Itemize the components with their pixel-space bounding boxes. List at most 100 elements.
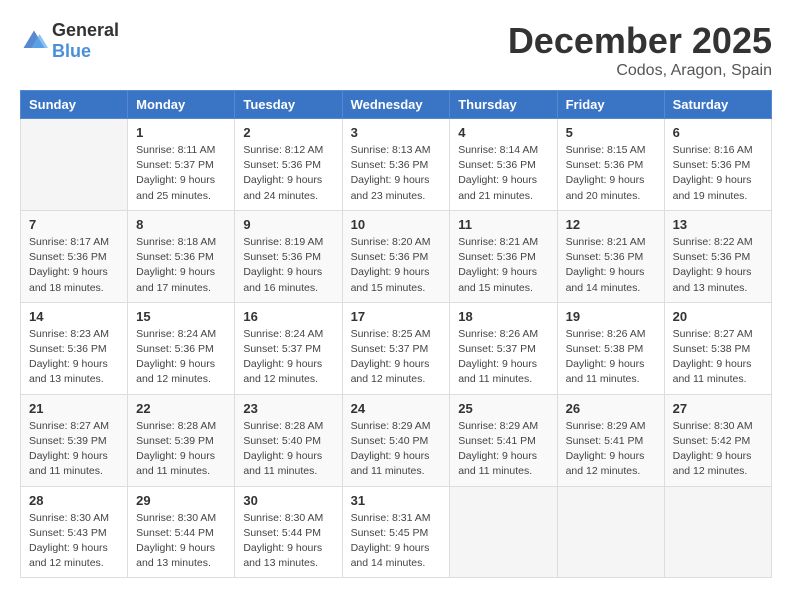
calendar-cell: 21 Sunrise: 8:27 AMSunset: 5:39 PMDayligh…: [21, 394, 128, 486]
day-info: Sunrise: 8:18 AMSunset: 5:36 PMDaylight:…: [136, 235, 226, 296]
calendar-cell: 16 Sunrise: 8:24 AMSunset: 5:37 PMDayligh…: [235, 302, 342, 394]
weekday-header-row: SundayMondayTuesdayWednesdayThursdayFrid…: [21, 91, 772, 119]
calendar-cell: 13Sunrise: 8:22 AMSunset: 5:36 PMDayligh…: [664, 210, 771, 302]
calendar-cell: 22 Sunrise: 8:28 AMSunset: 5:39 PMDayligh…: [128, 394, 235, 486]
day-number: 30: [243, 493, 333, 508]
day-info: Sunrise: 8:29 AMSunset: 5:41 PMDaylight:…: [458, 419, 548, 480]
week-row-1: 1 Sunrise: 8:11 AMSunset: 5:37 PMDaylight…: [21, 119, 772, 211]
calendar-cell: 11Sunrise: 8:21 AMSunset: 5:36 PMDayligh…: [450, 210, 557, 302]
calendar-cell: 9 Sunrise: 8:19 AMSunset: 5:36 PMDaylight…: [235, 210, 342, 302]
day-info: Sunrise: 8:15 AMSunset: 5:36 PMDaylight:…: [566, 143, 656, 204]
day-info: Sunrise: 8:30 AMSunset: 5:42 PMDaylight:…: [673, 419, 763, 480]
weekday-header-wednesday: Wednesday: [342, 91, 450, 119]
day-info: Sunrise: 8:11 AMSunset: 5:37 PMDaylight:…: [136, 143, 226, 204]
week-row-2: 7Sunrise: 8:17 AMSunset: 5:36 PMDaylight…: [21, 210, 772, 302]
logo: General Blue: [20, 20, 119, 62]
day-number: 11: [458, 217, 548, 232]
day-info: Sunrise: 8:26 AMSunset: 5:38 PMDaylight:…: [566, 327, 656, 388]
day-number: 31: [351, 493, 442, 508]
day-number: 25: [458, 401, 548, 416]
weekday-header-friday: Friday: [557, 91, 664, 119]
day-info: Sunrise: 8:30 AMSunset: 5:43 PMDaylight:…: [29, 511, 119, 572]
calendar-cell: 18Sunrise: 8:26 AMSunset: 5:37 PMDayligh…: [450, 302, 557, 394]
day-info: Sunrise: 8:28 AMSunset: 5:40 PMDaylight:…: [243, 419, 333, 480]
weekday-header-monday: Monday: [128, 91, 235, 119]
day-info: Sunrise: 8:27 AMSunset: 5:39 PMDaylight:…: [29, 419, 119, 480]
day-number: 21: [29, 401, 119, 416]
day-number: 10: [351, 217, 442, 232]
day-number: 12: [566, 217, 656, 232]
day-info: Sunrise: 8:14 AMSunset: 5:36 PMDaylight:…: [458, 143, 548, 204]
calendar-cell: 17 Sunrise: 8:25 AMSunset: 5:37 PMDayligh…: [342, 302, 450, 394]
day-info: Sunrise: 8:29 AMSunset: 5:41 PMDaylight:…: [566, 419, 656, 480]
logo-icon: [20, 27, 48, 55]
week-row-5: 28 Sunrise: 8:30 AMSunset: 5:43 PMDayligh…: [21, 486, 772, 578]
calendar-cell: 29 Sunrise: 8:30 AMSunset: 5:44 PMDayligh…: [128, 486, 235, 578]
calendar-cell: 7Sunrise: 8:17 AMSunset: 5:36 PMDaylight…: [21, 210, 128, 302]
calendar-cell: 1 Sunrise: 8:11 AMSunset: 5:37 PMDaylight…: [128, 119, 235, 211]
calendar-cell: 25 Sunrise: 8:29 AMSunset: 5:41 PMDayligh…: [450, 394, 557, 486]
day-info: Sunrise: 8:12 AMSunset: 5:36 PMDaylight:…: [243, 143, 333, 204]
day-number: 23: [243, 401, 333, 416]
calendar-cell: 26 Sunrise: 8:29 AMSunset: 5:41 PMDayligh…: [557, 394, 664, 486]
day-info: Sunrise: 8:30 AMSunset: 5:44 PMDaylight:…: [243, 511, 333, 572]
calendar-cell: 5Sunrise: 8:15 AMSunset: 5:36 PMDaylight…: [557, 119, 664, 211]
day-info: Sunrise: 8:31 AMSunset: 5:45 PMDaylight:…: [351, 511, 442, 572]
calendar-cell: 10Sunrise: 8:20 AMSunset: 5:36 PMDayligh…: [342, 210, 450, 302]
calendar-cell: 3 Sunrise: 8:13 AMSunset: 5:36 PMDaylight…: [342, 119, 450, 211]
day-number: 8: [136, 217, 226, 232]
day-info: Sunrise: 8:13 AMSunset: 5:36 PMDaylight:…: [351, 143, 442, 204]
day-number: 6: [673, 125, 763, 140]
calendar-table: SundayMondayTuesdayWednesdayThursdayFrid…: [20, 90, 772, 578]
calendar-cell: 19 Sunrise: 8:26 AMSunset: 5:38 PMDayligh…: [557, 302, 664, 394]
day-number: 9: [243, 217, 333, 232]
calendar-cell: 12Sunrise: 8:21 AMSunset: 5:36 PMDayligh…: [557, 210, 664, 302]
page-header: General Blue December 2025 Codos, Aragon…: [20, 20, 772, 80]
calendar-cell: 14Sunrise: 8:23 AMSunset: 5:36 PMDayligh…: [21, 302, 128, 394]
calendar-cell: 2 Sunrise: 8:12 AMSunset: 5:36 PMDaylight…: [235, 119, 342, 211]
day-info: Sunrise: 8:29 AMSunset: 5:40 PMDaylight:…: [351, 419, 442, 480]
title-area: December 2025 Codos, Aragon, Spain: [508, 20, 772, 80]
day-number: 3: [351, 125, 442, 140]
day-number: 7: [29, 217, 119, 232]
day-number: 29: [136, 493, 226, 508]
day-number: 27: [673, 401, 763, 416]
calendar-cell: 6 Sunrise: 8:16 AMSunset: 5:36 PMDaylight…: [664, 119, 771, 211]
day-number: 2: [243, 125, 333, 140]
day-number: 17: [351, 309, 442, 324]
week-row-3: 14Sunrise: 8:23 AMSunset: 5:36 PMDayligh…: [21, 302, 772, 394]
calendar-cell: [450, 486, 557, 578]
calendar-cell: 4Sunrise: 8:14 AMSunset: 5:36 PMDaylight…: [450, 119, 557, 211]
calendar-cell: 31 Sunrise: 8:31 AMSunset: 5:45 PMDayligh…: [342, 486, 450, 578]
day-number: 19: [566, 309, 656, 324]
day-info: Sunrise: 8:25 AMSunset: 5:37 PMDaylight:…: [351, 327, 442, 388]
day-number: 22: [136, 401, 226, 416]
day-number: 1: [136, 125, 226, 140]
day-number: 26: [566, 401, 656, 416]
day-info: Sunrise: 8:26 AMSunset: 5:37 PMDaylight:…: [458, 327, 548, 388]
day-number: 24: [351, 401, 442, 416]
day-info: Sunrise: 8:16 AMSunset: 5:36 PMDaylight:…: [673, 143, 763, 204]
calendar-cell: [664, 486, 771, 578]
calendar-cell: [21, 119, 128, 211]
calendar-cell: 15 Sunrise: 8:24 AMSunset: 5:36 PMDayligh…: [128, 302, 235, 394]
location-title: Codos, Aragon, Spain: [508, 62, 772, 80]
day-info: Sunrise: 8:19 AMSunset: 5:36 PMDaylight:…: [243, 235, 333, 296]
day-number: 15: [136, 309, 226, 324]
calendar-cell: 20Sunrise: 8:27 AMSunset: 5:38 PMDayligh…: [664, 302, 771, 394]
calendar-cell: [557, 486, 664, 578]
day-info: Sunrise: 8:27 AMSunset: 5:38 PMDaylight:…: [673, 327, 763, 388]
weekday-header-sunday: Sunday: [21, 91, 128, 119]
day-number: 16: [243, 309, 333, 324]
day-info: Sunrise: 8:24 AMSunset: 5:37 PMDaylight:…: [243, 327, 333, 388]
week-row-4: 21 Sunrise: 8:27 AMSunset: 5:39 PMDayligh…: [21, 394, 772, 486]
calendar-cell: 28 Sunrise: 8:30 AMSunset: 5:43 PMDayligh…: [21, 486, 128, 578]
weekday-header-tuesday: Tuesday: [235, 91, 342, 119]
day-number: 13: [673, 217, 763, 232]
day-info: Sunrise: 8:30 AMSunset: 5:44 PMDaylight:…: [136, 511, 226, 572]
day-number: 28: [29, 493, 119, 508]
day-info: Sunrise: 8:24 AMSunset: 5:36 PMDaylight:…: [136, 327, 226, 388]
day-info: Sunrise: 8:23 AMSunset: 5:36 PMDaylight:…: [29, 327, 119, 388]
day-info: Sunrise: 8:28 AMSunset: 5:39 PMDaylight:…: [136, 419, 226, 480]
calendar-cell: 24 Sunrise: 8:29 AMSunset: 5:40 PMDayligh…: [342, 394, 450, 486]
